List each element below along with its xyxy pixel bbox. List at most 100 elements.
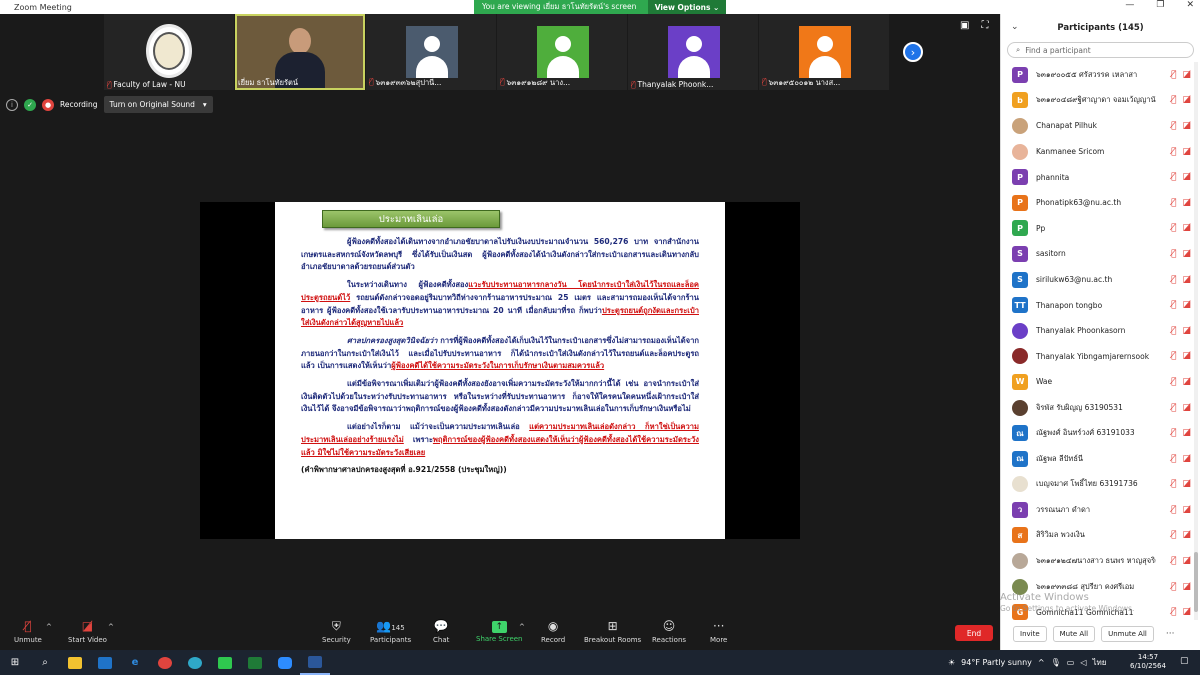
muted-mic-icon[interactable]: 🎙̸ xyxy=(1171,70,1176,80)
unmute-all-button[interactable]: Unmute All xyxy=(1101,626,1154,642)
video-off-icon[interactable]: ◪̸ xyxy=(1182,428,1191,438)
video-off-icon[interactable]: ◪̸ xyxy=(1182,351,1191,361)
unmute-button[interactable]: 🎙̸ Unmute xyxy=(14,619,42,644)
participant-row[interactable]: Kanmanee Sricom 🎙̸ ◪̸ xyxy=(1001,139,1193,165)
participant-row[interactable]: จิรพัส รับผิญญ 63190531 🎙̸ ◪̸ xyxy=(1001,395,1193,421)
participant-row[interactable]: W Wae 🎙̸ ◪̸ xyxy=(1001,369,1193,395)
clock[interactable]: 14:57 6/10/2564 xyxy=(1128,653,1168,671)
participant-row[interactable]: ๖๓๑๙๑๒๔๗นางสาว ธนพร หาญสุจริต... 🎙̸ ◪̸ xyxy=(1001,548,1193,574)
muted-mic-icon[interactable]: 🎙̸ xyxy=(1171,172,1176,182)
more-options-icon[interactable]: ··· xyxy=(1166,629,1175,639)
participant-row[interactable]: ณ ณัฐพล ลีปัทธ์นี 🎙̸ ◪̸ xyxy=(1001,446,1193,472)
video-off-icon[interactable]: ◪̸ xyxy=(1182,530,1191,540)
invite-button[interactable]: Invite xyxy=(1013,626,1047,642)
video-off-icon[interactable]: ◪̸ xyxy=(1182,377,1191,387)
excel-icon[interactable] xyxy=(240,650,270,675)
video-off-icon[interactable]: ◪̸ xyxy=(1182,556,1191,566)
video-off-icon[interactable]: ◪̸ xyxy=(1182,172,1191,182)
chevron-down-icon[interactable]: ▾ xyxy=(203,100,207,109)
participant-row[interactable]: Pphannita 🎙̸ ◪̸ xyxy=(1001,164,1193,190)
tray-chevron-icon[interactable]: ^ xyxy=(1038,658,1045,667)
muted-mic-icon[interactable]: 🎙̸ xyxy=(1171,556,1176,566)
security-shield-icon[interactable]: ✓ xyxy=(24,98,36,111)
video-off-icon[interactable]: ◪̸ xyxy=(1182,505,1191,515)
participant-row[interactable]: Thanyalak Yibngamjarernsook 🎙̸ ◪̸ xyxy=(1001,344,1193,370)
muted-mic-icon[interactable]: 🎙̸ xyxy=(1171,249,1176,259)
video-off-icon[interactable]: ◪̸ xyxy=(1182,198,1191,208)
participant-row[interactable]: P ๖๓๑๙๐๐๕๕ ศรัสวรรค เหลาสา 🎙̸ ◪̸ xyxy=(1001,62,1193,88)
participant-row[interactable]: เบญจมาศ โพธิ์ไทย 63191736 🎙̸ ◪̸ xyxy=(1001,472,1193,498)
original-sound-button[interactable]: Turn on Original Sound ▾ xyxy=(103,96,213,113)
security-button[interactable]: ⛨ Security xyxy=(322,619,351,644)
muted-mic-icon[interactable]: 🎙̸ xyxy=(1171,147,1176,157)
muted-mic-icon[interactable]: 🎙̸ xyxy=(1171,582,1176,592)
muted-mic-icon[interactable]: 🎙̸ xyxy=(1171,428,1176,438)
muted-mic-icon[interactable]: 🎙̸ xyxy=(1171,377,1176,387)
muted-mic-icon[interactable]: 🎙̸ xyxy=(1171,223,1176,233)
share-screen-button[interactable]: ↑ Share Screen xyxy=(476,619,523,643)
muted-mic-icon[interactable]: 🎙̸ xyxy=(1171,198,1176,208)
muted-mic-icon[interactable]: 🎙̸ xyxy=(1171,505,1176,515)
video-off-icon[interactable]: ◪̸ xyxy=(1182,147,1191,157)
line-icon[interactable] xyxy=(210,650,240,675)
participant-row[interactable]: ว วรรณนภา ดำดา 🎙̸ ◪̸ xyxy=(1001,497,1193,523)
video-off-icon[interactable]: ◪̸ xyxy=(1182,454,1191,464)
chat-button[interactable]: 💬 Chat xyxy=(433,619,449,644)
notifications-icon[interactable]: ▢ xyxy=(1180,656,1189,666)
video-thumbnail[interactable]: เยี่ยม ธาโนทัยรัตน์ xyxy=(235,14,365,90)
collapse-panel-icon[interactable]: ⌄ xyxy=(1011,22,1019,32)
mic-tray-icon[interactable]: 🎙 xyxy=(1051,658,1061,667)
muted-mic-icon[interactable]: 🎙̸ xyxy=(1171,326,1176,336)
video-off-icon[interactable]: ◪̸ xyxy=(1182,582,1191,592)
participant-row[interactable]: Ssasitorn 🎙̸ ◪̸ xyxy=(1001,241,1193,267)
maximize-icon[interactable]: ❐ xyxy=(1156,0,1164,10)
video-off-icon[interactable]: ◪̸ xyxy=(1182,275,1191,285)
video-thumbnail[interactable]: 🎙̸ Faculty of Law - NU xyxy=(104,14,234,90)
participant-row[interactable]: TT Thanapon tongbo 🎙̸ ◪̸ xyxy=(1001,292,1193,318)
video-off-icon[interactable]: ◪̸ xyxy=(1182,403,1191,413)
video-off-icon[interactable]: ◪̸ xyxy=(1182,95,1191,105)
participant-row[interactable]: Thanyalak Phoonkasorn 🎙̸ ◪̸ xyxy=(1001,318,1193,344)
muted-mic-icon[interactable]: 🎙̸ xyxy=(1171,607,1176,617)
participant-row[interactable]: P Pp 🎙̸ ◪̸ xyxy=(1001,216,1193,242)
video-options-chevron-icon[interactable]: ^ xyxy=(108,623,114,631)
muted-mic-icon[interactable]: 🎙̸ xyxy=(1171,95,1176,105)
volume-icon[interactable]: ◁ xyxy=(1080,658,1086,667)
participant-row[interactable]: Chanapat Pilhuk 🎙̸ ◪̸ xyxy=(1001,113,1193,139)
participant-row[interactable]: b ๖๓๑๙๐๔๘๙ฐิศาญาดา จอมเว้ญญานัน 🎙̸ ◪̸ xyxy=(1001,88,1193,114)
word-icon[interactable] xyxy=(300,650,330,675)
edge-legacy-icon[interactable]: e xyxy=(120,650,150,675)
share-options-chevron-icon[interactable]: ^ xyxy=(519,623,525,631)
video-off-icon[interactable]: ◪̸ xyxy=(1182,326,1191,336)
video-off-icon[interactable]: ◪̸ xyxy=(1182,121,1191,131)
muted-mic-icon[interactable]: 🎙̸ xyxy=(1171,351,1176,361)
zoom-icon[interactable] xyxy=(270,650,300,675)
video-off-icon[interactable]: ◪̸ xyxy=(1182,70,1191,80)
video-thumbnail[interactable]: 🎙̸ ๖๓๑๙๕๐๐๑๒ นางส... xyxy=(759,14,889,90)
video-thumbnail[interactable]: 🎙̸ ๖๓๑๙๓๓๖๒สุปานี... xyxy=(366,14,496,90)
audio-options-chevron-icon[interactable]: ^ xyxy=(46,623,52,631)
participant-row[interactable]: Ssirilukw63@nu.ac.th 🎙̸ ◪̸ xyxy=(1001,267,1193,293)
language-indicator[interactable]: ไทย xyxy=(1092,656,1106,669)
weather-text[interactable]: 94°F Partly sunny xyxy=(961,658,1032,667)
participant-search[interactable]: ⌕ Find a participant xyxy=(1007,42,1194,58)
reactions-button[interactable]: ☺ Reactions xyxy=(652,619,686,644)
info-icon[interactable]: i xyxy=(6,98,18,111)
muted-mic-icon[interactable]: 🎙̸ xyxy=(1171,479,1176,489)
close-icon[interactable]: ✕ xyxy=(1186,0,1194,10)
breakout-rooms-button[interactable]: ⊞ Breakout Rooms xyxy=(584,619,641,644)
video-off-icon[interactable]: ◪̸ xyxy=(1182,223,1191,233)
gallery-view-icon[interactable]: ▣ xyxy=(960,20,969,31)
video-off-icon[interactable]: ◪̸ xyxy=(1182,607,1191,617)
participant-row[interactable]: ณ ณัฐพงศ์ อินทร์วงศ์ 63191033 🎙̸ ◪̸ xyxy=(1001,420,1193,446)
mail-icon[interactable] xyxy=(90,650,120,675)
muted-mic-icon[interactable]: 🎙̸ xyxy=(1171,121,1176,131)
record-button[interactable]: ◉ Record xyxy=(541,619,565,644)
muted-mic-icon[interactable]: 🎙̸ xyxy=(1171,403,1176,413)
muted-mic-icon[interactable]: 🎙̸ xyxy=(1171,300,1176,310)
video-thumbnail[interactable]: 🎙̸ Thanyalak Phoonk... xyxy=(628,14,758,90)
more-button[interactable]: ··· More xyxy=(710,619,727,644)
participant-row[interactable]: ส สิริวิมล พวงเงิน 🎙̸ ◪̸ xyxy=(1001,523,1193,549)
scrollbar-thumb[interactable] xyxy=(1194,552,1198,612)
edge-icon[interactable] xyxy=(180,650,210,675)
